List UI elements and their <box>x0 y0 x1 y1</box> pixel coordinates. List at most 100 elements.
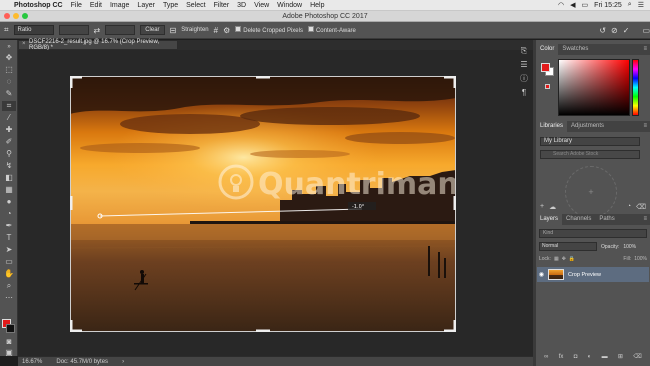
workspace-icon[interactable]: ▭ <box>642 26 650 35</box>
info-panel-icon[interactable]: ⓘ <box>519 74 529 84</box>
color-picker-field[interactable] <box>558 59 630 116</box>
crop-tool-icon[interactable]: ⌗ <box>4 25 9 35</box>
paragraph-panel-icon[interactable]: ¶ <box>519 88 529 98</box>
close-window-button[interactable] <box>4 13 10 19</box>
stamp-tool-icon[interactable]: ⚲ <box>2 149 16 159</box>
layer-style-icon[interactable]: fx <box>559 354 564 360</box>
maximize-window-button[interactable] <box>22 13 28 19</box>
blur-tool-icon[interactable]: ● <box>2 197 16 207</box>
gradient-tool-icon[interactable]: ▦ <box>2 185 16 195</box>
zoom-level[interactable]: 16.67% <box>22 359 42 365</box>
menu-file[interactable]: File <box>71 2 82 9</box>
menu-image[interactable]: Image <box>110 2 129 9</box>
cloud-icon[interactable]: ☁ <box>549 203 556 211</box>
delete-layer-icon[interactable]: ⌫ <box>633 353 641 360</box>
eyedropper-tool-icon[interactable]: ⁄ <box>2 113 16 123</box>
clear-button[interactable]: Clear <box>140 25 165 35</box>
add-content-icon[interactable]: + <box>540 203 544 210</box>
storage-icon[interactable]: ◔ <box>627 203 631 210</box>
doc-info[interactable]: Doc: 45.7M/0 bytes <box>56 359 108 365</box>
document-canvas[interactable]: Quantrimang -1.0° <box>18 50 533 356</box>
opacity-value[interactable]: 100% <box>623 244 636 250</box>
background-color-swatch[interactable] <box>6 324 15 333</box>
panel-menu-icon[interactable]: ≡ <box>643 121 650 132</box>
status-arrow-icon[interactable]: › <box>122 359 124 365</box>
history-panel-icon[interactable]: ⎘ <box>519 46 529 56</box>
blend-mode-select[interactable]: Normal <box>539 242 597 251</box>
screen-mode-icon[interactable]: ▣ <box>2 348 16 358</box>
new-layer-icon[interactable]: ⊞ <box>618 353 623 360</box>
cancel-icon[interactable]: ⊘ <box>611 26 618 35</box>
tab-paths[interactable]: Paths <box>595 214 618 225</box>
quick-select-tool-icon[interactable]: ✎ <box>2 89 16 99</box>
zoom-tool-icon[interactable]: ⌕ <box>2 281 16 291</box>
history-brush-tool-icon[interactable]: ↯ <box>2 161 16 171</box>
menu-select[interactable]: Select <box>186 2 205 9</box>
lock-position-icon[interactable]: ✥ <box>562 256 566 262</box>
volume-icon[interactable]: ◀ <box>570 1 575 9</box>
reset-icon[interactable]: ↺ <box>599 26 606 35</box>
add-mask-icon[interactable]: ◘ <box>574 354 578 360</box>
ratio-select[interactable]: Ratio <box>13 25 54 35</box>
tab-swatches[interactable]: Swatches <box>558 44 592 55</box>
hand-tool-icon[interactable]: ✋ <box>2 269 16 279</box>
panel-menu-icon[interactable]: ≡ <box>643 44 650 55</box>
straighten-label[interactable]: Straighten <box>181 27 208 33</box>
layer-filter-select[interactable]: Kind <box>539 229 647 238</box>
layer-row[interactable]: ◉ Crop Preview <box>537 267 649 282</box>
width-field[interactable] <box>58 25 89 35</box>
app-menu[interactable]: Photoshop CC <box>14 2 63 9</box>
menu-view[interactable]: View <box>254 2 269 9</box>
menu-filter[interactable]: Filter <box>214 2 230 9</box>
close-tab-icon[interactable]: × <box>22 41 26 47</box>
quick-mask-icon[interactable]: ◙ <box>2 337 16 347</box>
path-select-tool-icon[interactable]: ➤ <box>2 245 16 255</box>
library-search-input[interactable]: Search Adobe Stock <box>540 150 640 159</box>
menu-window[interactable]: Window <box>277 2 302 9</box>
fill-value[interactable]: 100% <box>634 256 647 262</box>
overlay-grid-icon[interactable]: # <box>214 26 218 35</box>
tab-layers[interactable]: Layers <box>536 214 563 225</box>
more-tools-icon[interactable]: ⋯ <box>2 293 16 303</box>
wifi-icon[interactable]: ◠ <box>558 1 564 9</box>
menu-edit[interactable]: Edit <box>90 2 102 9</box>
battery-icon[interactable]: ▭ <box>582 1 589 9</box>
menu-layer[interactable]: Layer <box>137 2 155 9</box>
panel-menu-icon[interactable]: ≡ <box>643 214 650 225</box>
lock-pixels-icon[interactable]: ▦ <box>554 256 559 262</box>
brush-tool-icon[interactable]: ✐ <box>2 137 16 147</box>
minimize-window-button[interactable] <box>13 13 19 19</box>
straighten-icon[interactable]: ⊟ <box>170 26 177 35</box>
swap-icon[interactable]: ⇄ <box>94 26 101 35</box>
foreground-color-chip[interactable] <box>541 63 550 72</box>
crop-tool-icon[interactable]: ⌗ <box>2 101 16 111</box>
tab-libraries[interactable]: Libraries <box>536 121 568 132</box>
shape-tool-icon[interactable]: ▭ <box>2 257 16 267</box>
lasso-tool-icon[interactable]: ◌ <box>2 77 16 87</box>
trash-icon[interactable]: ⌫ <box>636 203 646 211</box>
menu-type[interactable]: Type <box>163 2 178 9</box>
clock[interactable]: Fri 15:25 <box>594 2 622 9</box>
visibility-eye-icon[interactable]: ◉ <box>537 271 546 278</box>
adjustment-layer-icon[interactable]: ◐ <box>588 354 592 360</box>
lock-all-icon[interactable]: 🔒 <box>569 256 575 262</box>
marquee-tool-icon[interactable]: ⬚ <box>2 65 16 75</box>
eraser-tool-icon[interactable]: ◧ <box>2 173 16 183</box>
crop-preview-photo[interactable]: Quantrimang -1.0° <box>70 76 456 332</box>
tab-adjustments[interactable]: Adjustments <box>567 121 608 132</box>
properties-panel-icon[interactable]: ☰ <box>519 60 529 70</box>
notification-icon[interactable]: ☰ <box>638 1 644 9</box>
library-select[interactable]: My Library <box>540 137 640 146</box>
link-layers-icon[interactable]: ∞ <box>544 354 548 360</box>
settings-gear-icon[interactable]: ⚙ <box>223 26 230 35</box>
delete-cropped-checkbox[interactable]: Delete Cropped Pixels <box>235 26 303 34</box>
commit-check-icon[interactable]: ✓ <box>623 26 630 35</box>
dodge-tool-icon[interactable]: ◔ <box>2 209 16 219</box>
tab-channels[interactable]: Channels <box>562 214 595 225</box>
type-tool-icon[interactable]: T <box>2 233 16 243</box>
move-tool-icon[interactable]: ✥ <box>2 53 16 63</box>
document-tab[interactable]: × DSCF2216-2_result.jpg @ 16.7% (Crop Pr… <box>18 39 178 51</box>
healing-tool-icon[interactable]: ✚ <box>2 125 16 135</box>
new-group-icon[interactable]: ▬ <box>602 354 608 360</box>
height-field[interactable] <box>105 25 136 35</box>
